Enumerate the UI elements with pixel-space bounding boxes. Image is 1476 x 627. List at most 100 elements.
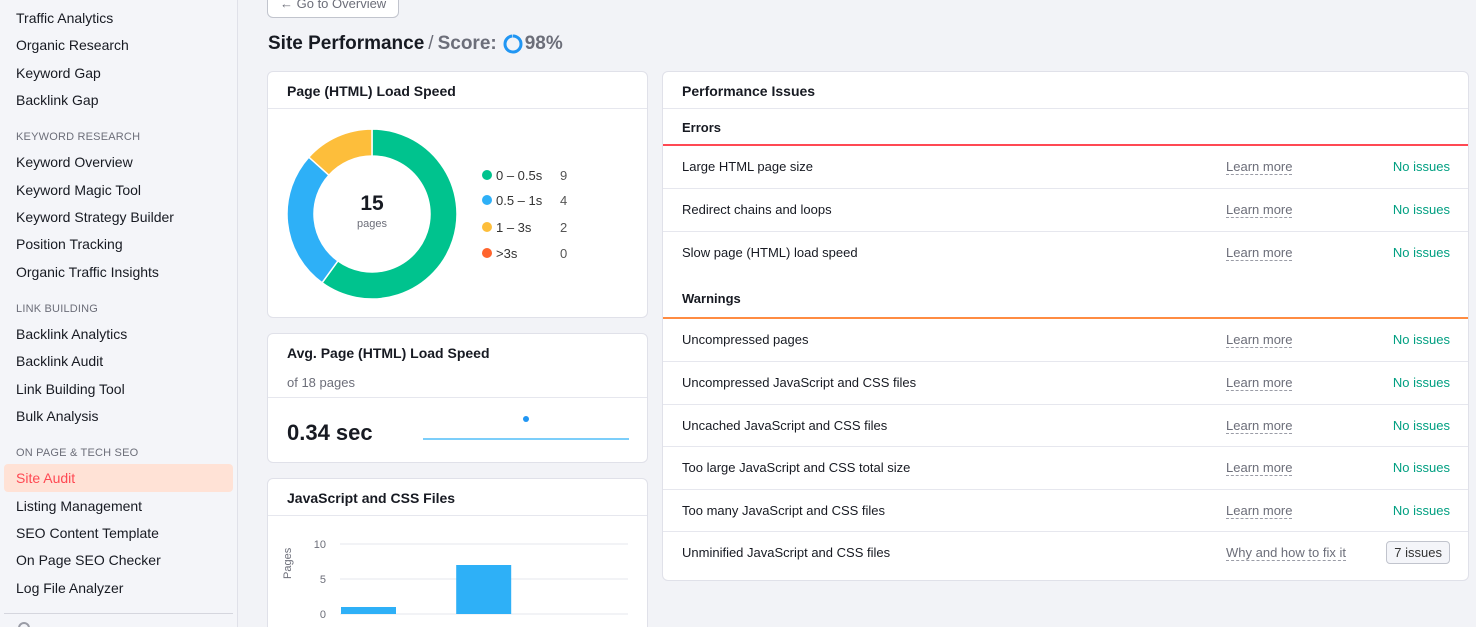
sidebar-item-backlink-audit[interactable]: Backlink Audit <box>4 347 233 375</box>
issue-row: Large HTML page size Learn more No issue… <box>663 146 1468 188</box>
title-separator: / <box>428 33 434 54</box>
bar-0[interactable] <box>341 607 396 614</box>
sidebar: Traffic Analytics Organic Research Keywo… <box>0 0 238 627</box>
sidebar-item-backlink-analytics[interactable]: Backlink Analytics <box>4 320 233 348</box>
sidebar-item-position-tracking[interactable]: Position Tracking <box>4 230 233 258</box>
issue-status: No issues <box>1392 503 1450 518</box>
warnings-section-title: Warnings <box>682 291 741 306</box>
go-to-overview-button[interactable]: ← Go to Overview <box>267 0 400 18</box>
learn-more-link[interactable]: Learn more <box>1226 202 1293 218</box>
issue-status: No issues <box>1392 375 1450 390</box>
legend-label: 0.5 – 1s <box>496 192 543 208</box>
js-css-bar-chart: 10 5 0 <box>314 539 628 621</box>
y-tick-10: 10 <box>314 539 326 551</box>
learn-more-link[interactable]: Learn more <box>1226 460 1293 476</box>
legend-label: 1 – 3s <box>496 219 532 235</box>
performance-issues-title: Performance Issues <box>682 83 816 99</box>
sidebar-item-bulk-analysis[interactable]: Bulk Analysis <box>4 402 233 430</box>
legend-dot <box>482 195 492 205</box>
load-speed-card: Page (HTML) Load Speed 15 pages 0 – 0.5s… <box>267 71 648 318</box>
sidebar-item-seo-content-template[interactable]: SEO Content Template <box>4 519 233 547</box>
issue-label: Uncached JavaScript and CSS files <box>682 418 888 433</box>
learn-more-link[interactable]: Learn more <box>1226 503 1293 519</box>
load-speed-title: Page (HTML) Load Speed <box>287 83 456 99</box>
legend-count: 2 <box>560 219 568 235</box>
legend-count: 0 <box>560 245 568 261</box>
sidebar-group-keyword-research: KEYWORD RESEARCH <box>16 131 141 143</box>
sidebar-item-keyword-gap[interactable]: Keyword Gap <box>4 59 233 87</box>
learn-more-link[interactable]: Learn more <box>1226 159 1293 175</box>
issue-label: Large HTML page size <box>682 159 814 174</box>
legend-dot <box>482 170 492 180</box>
issues-count-badge[interactable]: 7 issues <box>1386 541 1450 564</box>
y-tick-0: 0 <box>320 609 326 621</box>
page-title-text: Site Performance <box>268 33 425 54</box>
errors-section-title: Errors <box>682 120 722 135</box>
sparkline-point[interactable] <box>523 416 529 422</box>
card-divider <box>268 397 647 398</box>
issue-status: No issues <box>1392 460 1450 475</box>
issue-label: Too many JavaScript and CSS files <box>682 503 886 518</box>
sidebar-item-keyword-magic-tool[interactable]: Keyword Magic Tool <box>4 176 233 204</box>
main-content: ← Go to Overview Site Performance / Scor… <box>238 0 1476 627</box>
issue-row: Unminified JavaScript and CSS files Why … <box>663 531 1468 573</box>
js-css-ylabel: Pages <box>282 547 294 579</box>
score-value: 98% <box>524 33 563 54</box>
sidebar-item-traffic-analytics[interactable]: Traffic Analytics <box>4 4 233 32</box>
issue-status: No issues <box>1392 202 1450 217</box>
y-tick-5: 5 <box>320 574 326 586</box>
sidebar-item-organic-traffic-insights[interactable]: Organic Traffic Insights <box>4 258 233 286</box>
sidebar-item-keyword-strategy-builder[interactable]: Keyword Strategy Builder <box>4 203 233 231</box>
legend-label: 0 – 0.5s <box>496 167 543 183</box>
avg-load-speed-title: Avg. Page (HTML) Load Speed <box>287 345 490 361</box>
avg-speed-sparkline <box>423 416 629 440</box>
card-divider <box>663 108 1468 109</box>
sidebar-item-link-building-tool[interactable]: Link Building Tool <box>4 375 233 403</box>
legend-count: 9 <box>560 167 568 183</box>
sidebar-group-on-page-tech-seo: ON PAGE & TECH SEO <box>16 447 139 459</box>
legend-count: 4 <box>560 192 568 208</box>
sidebar-group-link-building: LINK BUILDING <box>16 303 99 315</box>
issue-status: No issues <box>1392 332 1450 347</box>
score-label: Score: <box>437 33 497 54</box>
sidebar-item-listing-management[interactable]: Listing Management <box>4 492 233 520</box>
issue-row: Slow page (HTML) load speed Learn more N… <box>663 231 1468 273</box>
why-and-how-to-fix-link[interactable]: Why and how to fix it <box>1226 545 1346 561</box>
card-divider <box>268 108 647 109</box>
issue-label: Slow page (HTML) load speed <box>682 245 858 260</box>
learn-more-link[interactable]: Learn more <box>1226 418 1293 434</box>
performance-issues-card: Performance Issues Errors Large HTML pag… <box>662 71 1469 581</box>
card-divider <box>268 515 647 516</box>
sidebar-item-log-file-analyzer[interactable]: Log File Analyzer <box>4 574 233 602</box>
learn-more-link[interactable]: Learn more <box>1226 332 1293 348</box>
legend-dot <box>482 248 492 258</box>
issue-status: No issues <box>1392 159 1450 174</box>
issue-row: Too many JavaScript and CSS files Learn … <box>663 489 1468 531</box>
js-css-files-title: JavaScript and CSS Files <box>287 490 456 506</box>
issue-row: Uncompressed JavaScript and CSS files Le… <box>663 361 1468 403</box>
issue-row: Uncompressed pages Learn more No issues <box>663 319 1468 361</box>
page-title: Site Performance / Score: 98% <box>268 33 563 55</box>
legend-item-1-3s[interactable]: 1 – 3s 2 <box>482 219 567 235</box>
avg-load-speed-subtitle: of 18 pages <box>287 375 355 390</box>
issue-row: Uncached JavaScript and CSS files Learn … <box>663 404 1468 446</box>
legend-dot <box>482 222 492 232</box>
sidebar-item-keyword-overview[interactable]: Keyword Overview <box>4 148 233 176</box>
sidebar-item-on-page-seo-checker[interactable]: On Page SEO Checker <box>4 546 233 574</box>
sidebar-item-site-audit[interactable]: Site Audit <box>4 464 233 492</box>
sidebar-item-organic-research[interactable]: Organic Research <box>4 31 233 59</box>
donut-total: 15 <box>360 192 384 215</box>
sidebar-divider <box>4 613 233 614</box>
sidebar-item-backlink-gap[interactable]: Backlink Gap <box>4 86 233 114</box>
learn-more-link[interactable]: Learn more <box>1226 245 1293 261</box>
legend-item-0.5-1s[interactable]: 0.5 – 1s 4 <box>482 192 567 208</box>
donut-total-label: pages <box>357 218 387 230</box>
learn-more-link[interactable]: Learn more <box>1226 375 1293 391</box>
legend-item-over-3s[interactable]: >3s 0 <box>482 245 567 261</box>
bar-2[interactable] <box>456 565 512 614</box>
issue-label: Unminified JavaScript and CSS files <box>682 545 891 560</box>
sidebar-collapse-icon[interactable] <box>18 622 30 627</box>
issue-label: Redirect chains and loops <box>682 202 832 217</box>
legend-item-0-0.5s[interactable]: 0 – 0.5s 9 <box>482 167 567 183</box>
legend-label: >3s <box>496 245 518 261</box>
